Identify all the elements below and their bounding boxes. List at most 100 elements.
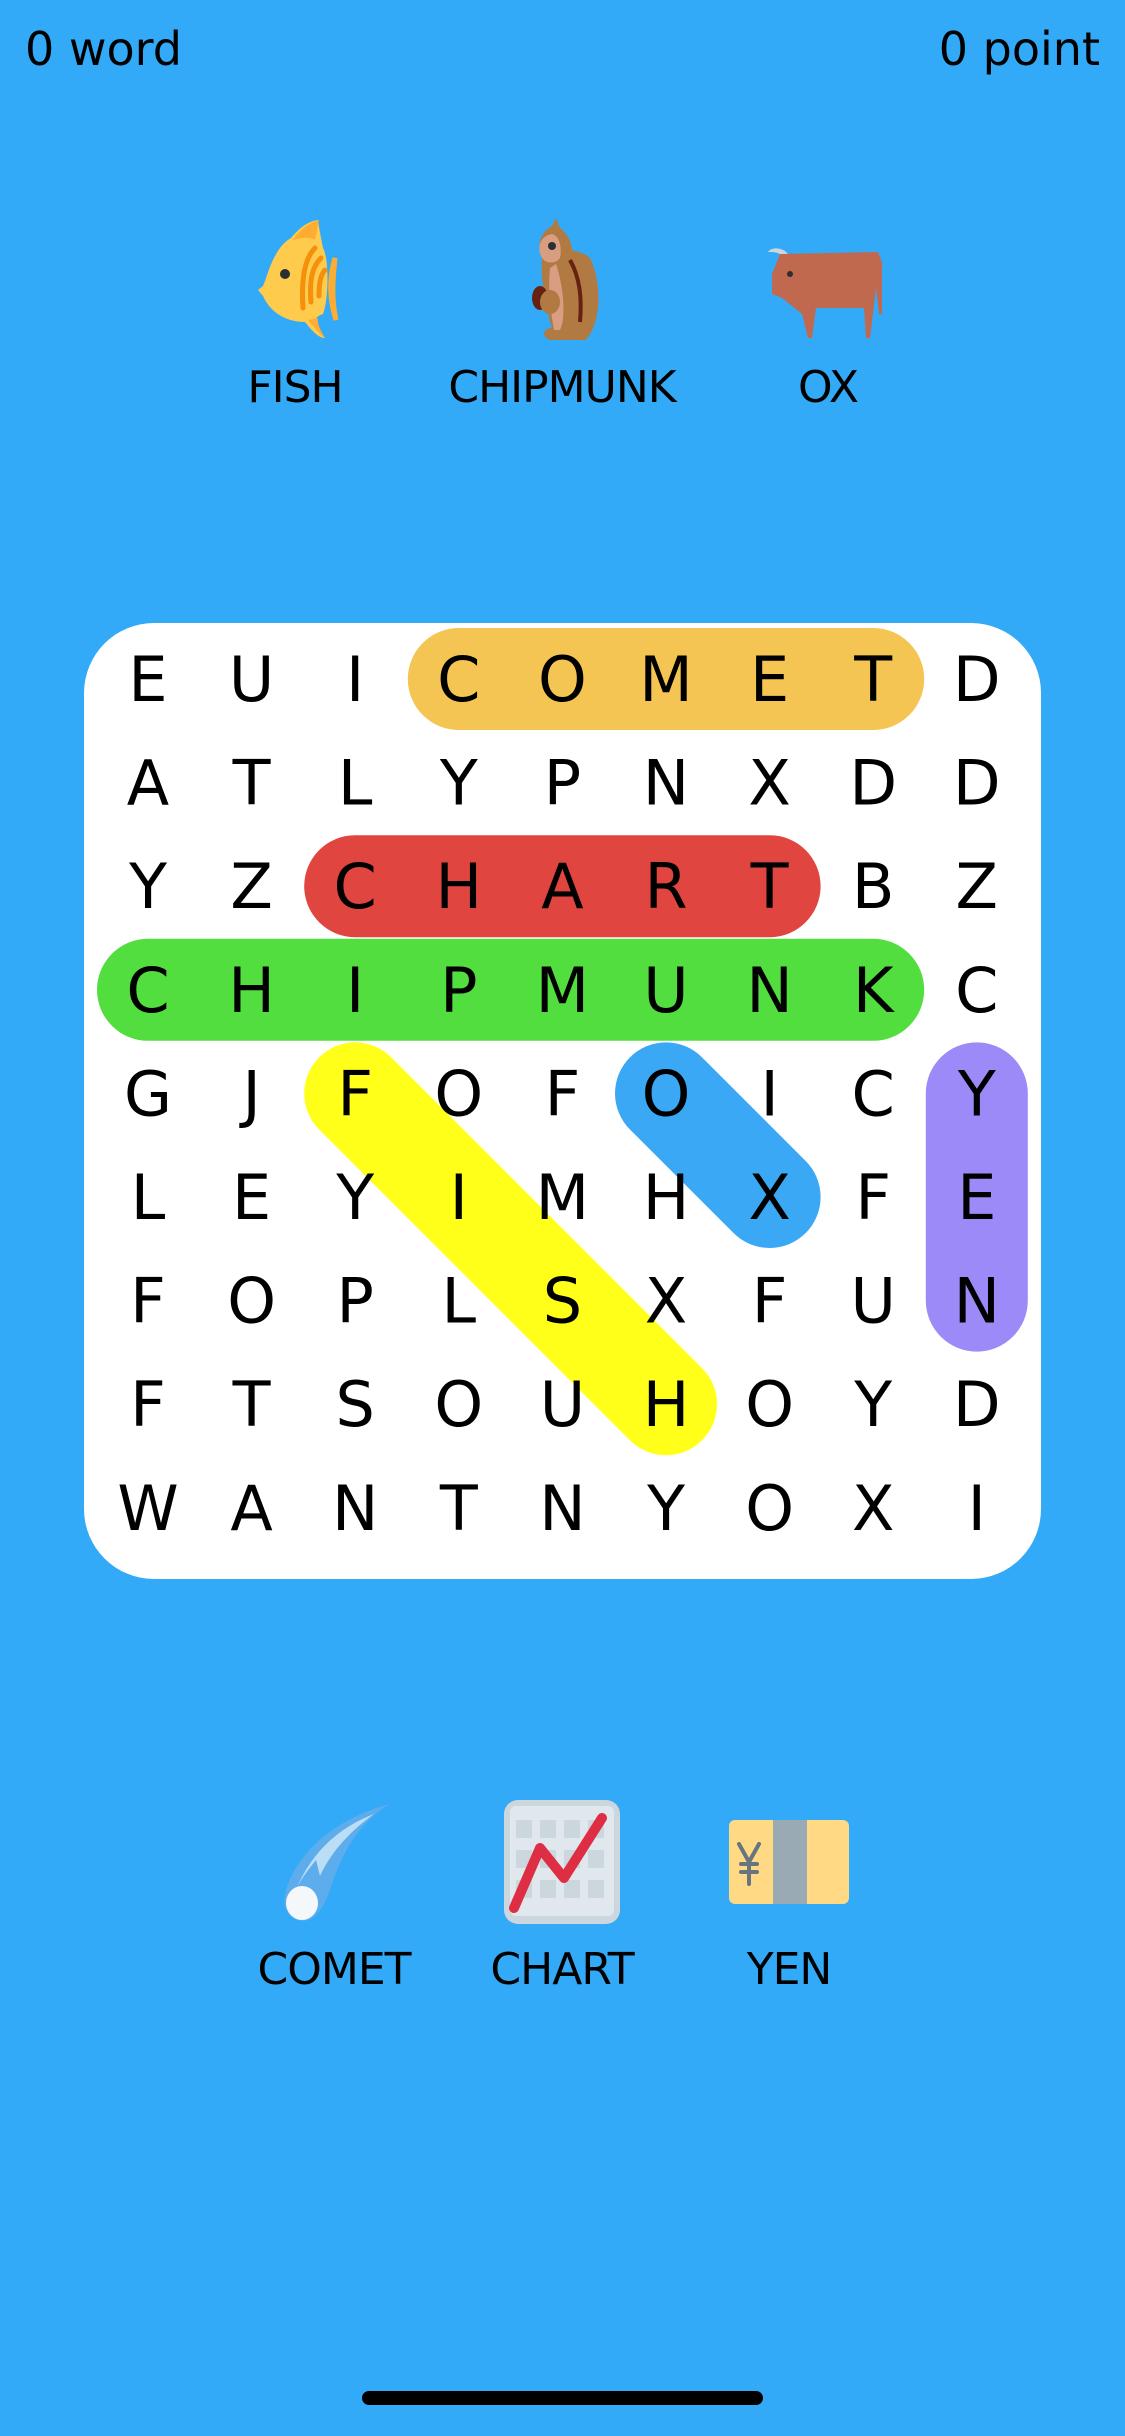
grid-letter[interactable]: N: [954, 1265, 1000, 1338]
found-highlight-fish: [304, 1042, 717, 1456]
grid-letter[interactable]: D: [849, 747, 897, 820]
grid-letter[interactable]: C: [437, 643, 480, 716]
grid-letter[interactable]: Y: [853, 1368, 892, 1441]
grid-letter[interactable]: O: [227, 1265, 276, 1338]
grid-letter[interactable]: A: [127, 747, 169, 820]
yen-banknote-icon: [729, 1820, 849, 1904]
grid-letter[interactable]: Z: [956, 850, 998, 923]
grid-letter[interactable]: D: [953, 747, 1001, 820]
grid-letter[interactable]: O: [642, 1057, 691, 1130]
target-label: OX: [798, 362, 859, 413]
chart-increasing-icon: [504, 1800, 620, 1924]
grid-letter[interactable]: I: [450, 1161, 468, 1234]
grid-letter[interactable]: O: [745, 1368, 794, 1441]
target-word-chart: CHART: [432, 1800, 692, 1995]
grid-letter[interactable]: C: [126, 954, 169, 1027]
grid-letter[interactable]: S: [543, 1265, 582, 1338]
grid-letter[interactable]: K: [853, 954, 895, 1027]
grid-letter[interactable]: F: [752, 1265, 788, 1338]
grid-letter[interactable]: T: [232, 747, 272, 820]
grid-letter[interactable]: E: [232, 1161, 271, 1234]
target-label: CHART: [490, 1944, 634, 1995]
grid-letter[interactable]: N: [746, 954, 792, 1027]
grid-letter[interactable]: E: [750, 643, 789, 716]
grid-letter[interactable]: Y: [957, 1057, 996, 1130]
grid-letter[interactable]: U: [851, 1265, 896, 1338]
grid-letter[interactable]: A: [230, 1472, 272, 1545]
grid-letter[interactable]: P: [544, 747, 581, 820]
grid-letter[interactable]: Y: [646, 1472, 685, 1545]
chipmunk-icon: [532, 218, 599, 340]
grid-letter[interactable]: T: [232, 1368, 272, 1441]
grid-letter[interactable]: N: [643, 747, 689, 820]
grid-letter[interactable]: E: [957, 1161, 996, 1234]
grid-letter[interactable]: N: [332, 1472, 378, 1545]
grid-letter[interactable]: R: [644, 850, 687, 923]
grid-letter[interactable]: J: [238, 1057, 260, 1130]
grid-letter[interactable]: L: [131, 1161, 166, 1234]
grid-letter[interactable]: C: [334, 850, 377, 923]
grid-letter[interactable]: E: [128, 643, 167, 716]
point-count: 0 point: [938, 22, 1100, 76]
target-label: FISH: [247, 362, 343, 413]
grid-letter[interactable]: Z: [230, 850, 272, 923]
target-word-comet: COMET: [204, 1800, 464, 1995]
grid-letter[interactable]: O: [745, 1472, 794, 1545]
grid-letter[interactable]: T: [853, 643, 893, 716]
grid-canvas[interactable]: E U I C O M E T DA T L Y P N X D DY Z C H A R T B ZC H I P M U N K CG J F O…: [84, 623, 1041, 1579]
grid-letter[interactable]: X: [748, 747, 790, 820]
grid-letter[interactable]: U: [229, 643, 274, 716]
grid-letter[interactable]: P: [337, 1265, 374, 1338]
grid-letter[interactable]: Y: [128, 850, 167, 923]
grid-letter[interactable]: W: [117, 1472, 178, 1545]
grid-letter[interactable]: T: [750, 850, 790, 923]
grid-letter[interactable]: O: [538, 643, 587, 716]
grid-letter[interactable]: A: [541, 850, 583, 923]
grid-letter[interactable]: F: [545, 1057, 581, 1130]
target-label: YEN: [746, 1944, 833, 1995]
word-count: 0 word: [25, 22, 182, 76]
grid-letter[interactable]: F: [130, 1265, 166, 1338]
grid-letter[interactable]: X: [645, 1265, 687, 1338]
grid-letter[interactable]: L: [442, 1265, 477, 1338]
grid-letter[interactable]: F: [855, 1161, 891, 1234]
grid-letter[interactable]: O: [434, 1057, 483, 1130]
grid-letter[interactable]: I: [346, 954, 364, 1027]
grid-letter[interactable]: M: [536, 954, 590, 1027]
grid-letter[interactable]: C: [955, 954, 998, 1027]
grid-letter[interactable]: Y: [335, 1161, 374, 1234]
grid-letter[interactable]: D: [953, 1368, 1001, 1441]
grid-letter[interactable]: I: [760, 1057, 778, 1130]
grid-letter[interactable]: O: [434, 1368, 483, 1441]
grid-letter[interactable]: F: [337, 1057, 373, 1130]
grid-letter[interactable]: P: [440, 954, 477, 1027]
grid-letter[interactable]: L: [338, 747, 373, 820]
grid-letter[interactable]: T: [439, 1472, 479, 1545]
grid-letter[interactable]: H: [435, 850, 482, 923]
grid-letter[interactable]: D: [953, 643, 1001, 716]
grid-letter[interactable]: X: [852, 1472, 894, 1545]
word-search-grid[interactable]: EUICOMETDATLYPNXDDYZCHARTBZCHIPMUNKCGJFO…: [84, 623, 1041, 1579]
grid-letter[interactable]: F: [130, 1368, 166, 1441]
home-indicator[interactable]: [362, 2391, 763, 2405]
target-label: CHIPMUNK: [448, 362, 676, 413]
grid-letter[interactable]: H: [643, 1368, 690, 1441]
grid-letter[interactable]: H: [228, 954, 275, 1027]
grid-letter[interactable]: G: [124, 1057, 172, 1130]
grid-letter[interactable]: I: [968, 1472, 986, 1545]
target-word-fish: FISH: [165, 218, 425, 413]
grid-letter[interactable]: M: [536, 1161, 590, 1234]
grid-letter[interactable]: H: [643, 1161, 690, 1234]
target-word-chipmunk: CHIPMUNK: [432, 218, 692, 413]
grid-letter[interactable]: B: [852, 850, 895, 923]
grid-letter[interactable]: M: [639, 643, 693, 716]
grid-letter[interactable]: I: [346, 643, 364, 716]
grid-letter[interactable]: X: [748, 1161, 790, 1234]
grid-letter[interactable]: Y: [439, 747, 478, 820]
grid-letter[interactable]: N: [539, 1472, 585, 1545]
grid-letter[interactable]: U: [540, 1368, 585, 1441]
grid-letter[interactable]: U: [643, 954, 688, 1027]
grid-letter[interactable]: C: [852, 1057, 895, 1130]
target-word-ox: OX: [698, 218, 958, 413]
grid-letter[interactable]: S: [336, 1368, 375, 1441]
